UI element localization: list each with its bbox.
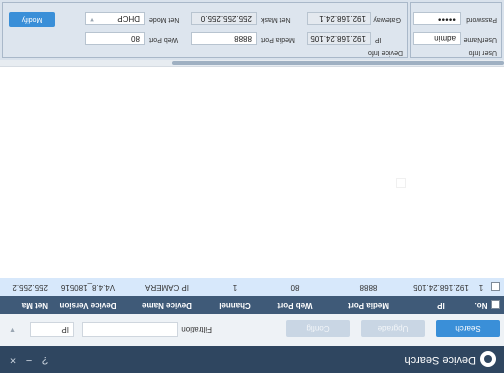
password-field[interactable]: ●●●●● (413, 12, 461, 25)
column-header-device-name[interactable]: Device Name (128, 296, 206, 314)
net-mask-label: Net Mask (261, 16, 291, 23)
filtration-label: Filtration (181, 325, 212, 334)
ip-label: IP (375, 36, 382, 43)
table-header: No. IP Media Port Web Port Channel Devic… (0, 296, 504, 314)
net-mode-select[interactable]: DHCP ▼ (85, 12, 145, 25)
column-header-media-port[interactable]: Media Port (326, 296, 411, 314)
password-label: Password (466, 16, 497, 23)
modify-button[interactable]: Modify (9, 12, 55, 27)
select-all-checkbox[interactable] (491, 300, 500, 309)
app-logo-icon (480, 351, 496, 367)
media-port-label: Media Port (261, 36, 295, 43)
cell-no: 1 (478, 283, 484, 292)
horizontal-scrollbar[interactable] (0, 60, 504, 66)
cell-channel: 1 (232, 283, 238, 292)
media-port-field[interactable]: 8888 (191, 32, 257, 45)
filter-type-value: IP (61, 325, 69, 334)
cell-ip: 192.168.24.105 (413, 283, 469, 292)
row-checkbox[interactable] (491, 282, 500, 291)
column-header-channel[interactable]: Channel (206, 296, 264, 314)
close-icon[interactable]: × (6, 353, 20, 367)
user-info-label: User Info (468, 49, 497, 56)
cell-media-port: 8888 (359, 283, 378, 292)
device-search-window: Device Search ? − × Search Upgrade Confi… (0, 0, 504, 373)
help-icon[interactable]: ? (38, 353, 52, 367)
minimize-icon[interactable]: − (22, 353, 36, 367)
empty-marker (396, 178, 406, 188)
net-mode-value: DHCP (117, 14, 140, 23)
net-mode-label: Net Mode (149, 16, 180, 23)
column-header-ip[interactable]: IP (411, 296, 471, 314)
upgrade-button[interactable]: Upgrade (361, 320, 425, 337)
device-table: 1 192.168.24.105 8888 80 1 IP CAMERA V4.… (0, 66, 504, 296)
toolbar: Search Upgrade Config Filtration IP ▼ (0, 310, 504, 346)
cell-web-port: 80 (290, 283, 300, 292)
net-mask-field[interactable]: 255.255.255.0 (191, 12, 257, 25)
search-button[interactable]: Search (436, 320, 500, 337)
scrollbar-thumb[interactable] (172, 61, 504, 65)
filtration-input[interactable] (82, 322, 178, 337)
user-info-group: User Info UserName admin Password ●●●●● (410, 2, 502, 58)
column-header-net-mask[interactable]: Net Ma (0, 296, 48, 314)
cell-device-name: IP CAMERA (145, 283, 189, 292)
device-info-group: Device Info IP 192.168.24.105 Gateway 19… (2, 2, 408, 58)
chevron-down-icon: ▼ (89, 16, 95, 22)
column-header-device-version[interactable]: Device Version (48, 296, 128, 314)
table-row[interactable]: 1 192.168.24.105 8888 80 1 IP CAMERA V4.… (0, 278, 504, 296)
web-port-field[interactable]: 80 (85, 32, 145, 45)
chevron-down-icon[interactable]: ▼ (9, 326, 16, 333)
web-port-label: Web Port (149, 36, 179, 43)
device-info-label: Device Info (367, 49, 403, 56)
app-title: Device Search (404, 354, 476, 366)
column-header-web-port[interactable]: Web Port (264, 296, 326, 314)
ip-field[interactable]: 192.168.24.105 (307, 32, 371, 45)
config-button[interactable]: Config (286, 320, 350, 337)
cell-device-version: V4.4.8_180516 (60, 283, 116, 292)
title-bar: Device Search ? − × (0, 346, 504, 373)
username-label: UserName (463, 36, 497, 43)
username-field[interactable]: admin (413, 32, 461, 45)
device-config-panel: User Info UserName admin Password ●●●●● … (0, 0, 504, 60)
filter-type-select[interactable]: IP (30, 322, 74, 337)
gateway-field[interactable]: 192.168.24.1 (307, 12, 371, 25)
column-header-no[interactable]: No. (471, 296, 491, 314)
cell-net-mask: 255.255.2 (12, 283, 48, 292)
gateway-label: Gateway (373, 16, 401, 23)
